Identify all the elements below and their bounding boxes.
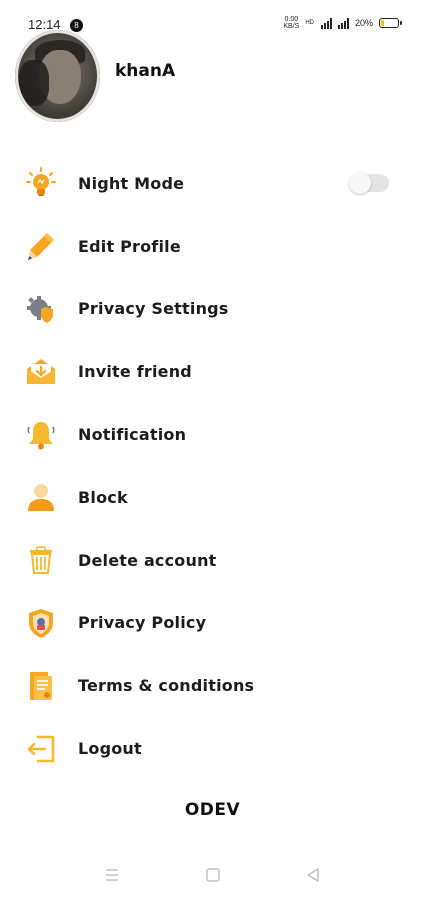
toggle-knob [349,172,371,194]
menu-item-label: Delete account [78,550,217,570]
system-nav-bar [0,855,425,895]
signal-icon [320,17,332,29]
net-speed: 0.00 KB/S [283,16,299,30]
menu-item-block[interactable]: Block [0,466,425,529]
document-icon [25,670,57,702]
pencil-icon [25,230,57,262]
back-triangle-icon[interactable] [303,865,323,885]
menu-item-notification[interactable]: Notification [0,403,425,466]
menu-item-label: Terms & conditions [78,676,255,696]
battery-fill [381,20,385,26]
menu-icon[interactable] [102,865,122,885]
home-square-icon[interactable] [203,865,223,885]
night-mode-toggle[interactable] [349,172,389,194]
net-speed-unit: KB/S [283,23,300,30]
shield-icon [25,607,57,639]
logout-icon [25,733,57,765]
menu-item-label: Privacy Settings [78,299,229,319]
menu-item-privacy-settings[interactable]: Privacy Settings [0,278,425,341]
menu-item-label: Night Mode [78,173,185,193]
signal-icon-2 [337,17,349,29]
username: khanA [115,61,176,81]
menu-item-edit-profile[interactable]: Edit Profile [0,215,425,278]
menu-item-delete-account[interactable]: Delete account [0,529,425,592]
net-speed-value: 0.00 [284,16,299,23]
envelope-icon [25,356,57,388]
bell-icon [25,419,57,451]
menu-item-terms[interactable]: Terms & conditions [0,654,425,717]
battery-icon [379,18,402,28]
battery-percent: 20% [354,18,373,28]
avatar[interactable] [15,30,100,122]
lightbulb-icon [25,167,57,199]
settings-menu: Night Mode Edit Profile Privacy Settings… [0,152,425,780]
menu-item-logout[interactable]: Logout [0,717,425,780]
menu-item-invite-friend[interactable]: Invite friend [0,340,425,403]
brand-name: ODEV [184,800,241,820]
gear-shield-icon [25,293,57,325]
user-icon [25,481,57,513]
menu-item-label: Logout [78,739,142,759]
menu-item-privacy-policy[interactable]: Privacy Policy [0,592,425,655]
profile-header: khanA [15,30,175,122]
menu-item-label: Block [78,487,128,507]
trash-icon [25,544,57,576]
menu-item-label: Notification [78,425,187,445]
status-indicators: 0.00 KB/S HD 20% [283,16,402,30]
menu-item-label: Invite friend [78,362,192,382]
menu-item-label: Privacy Policy [78,613,207,633]
menu-item-label: Edit Profile [78,236,181,256]
menu-item-night-mode[interactable]: Night Mode [0,152,425,215]
network-tag: HD [305,20,314,26]
